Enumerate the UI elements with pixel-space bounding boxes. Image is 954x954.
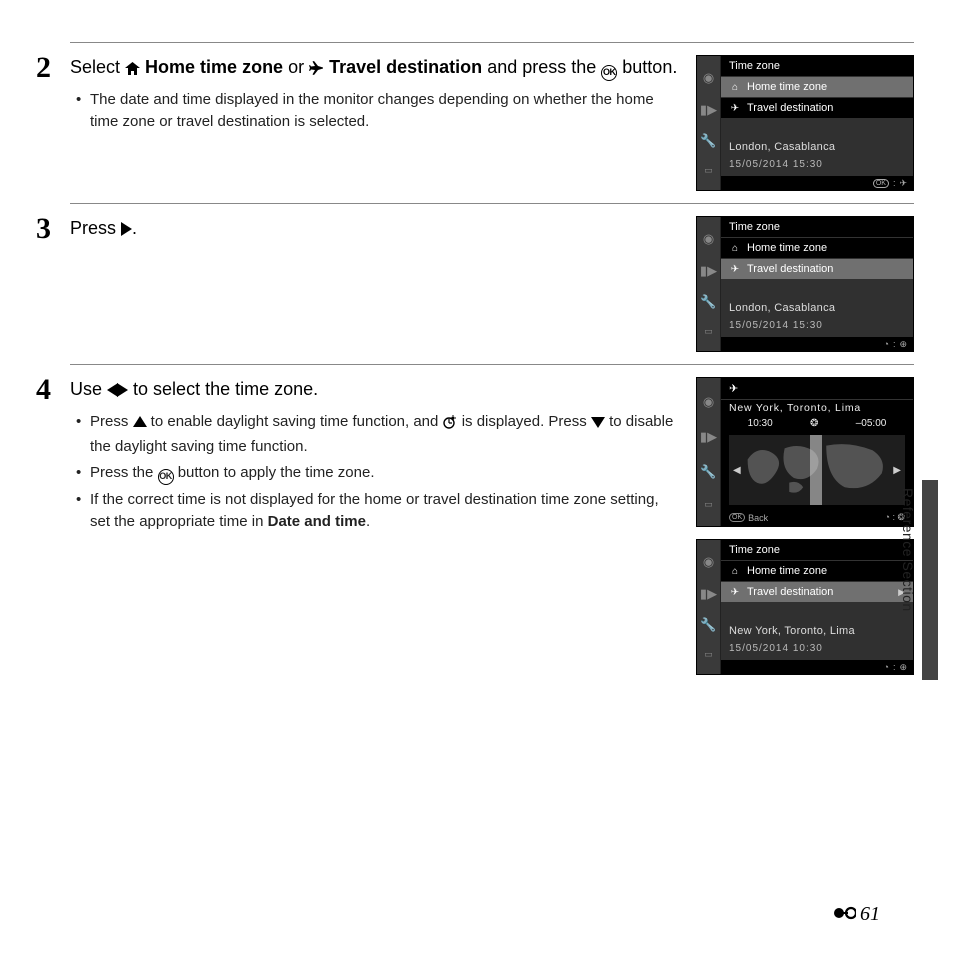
lcd-screen-map: ◉ ▮▶ 🔧 ▭ ✈ New York, Toronto, Lima 10:30… — [696, 377, 914, 527]
lcd-travel-item: ✈ Travel destination ▶ — [721, 582, 913, 603]
step4-heading: Use to select the time zone. — [70, 377, 680, 403]
lcd-travel-item: ✈ Travel destination — [721, 259, 913, 280]
lcd-title: Time zone — [721, 56, 913, 77]
plane-icon: ✈ — [729, 102, 741, 114]
globe-icon: ⊕ — [899, 662, 907, 673]
setup-mode-icon: 🔧 — [700, 464, 716, 480]
lcd-map-location: New York, Toronto, Lima — [721, 400, 913, 416]
step4-bullet3: If the correct time is not displayed for… — [90, 489, 680, 533]
setup-mode-icon: 🔧 — [700, 133, 716, 149]
lcd-screen-step2: ◉ ▮▶ 🔧 ▭ Time zone ⌂ Home time zone ✈ Tr… — [696, 55, 914, 191]
step4-bullet1: Press to enable daylight saving time fun… — [90, 411, 680, 458]
section-tab — [922, 480, 938, 680]
lcd-title: Time zone — [721, 217, 913, 238]
step-number: 3 — [36, 212, 51, 246]
plane-icon: ✈ — [729, 382, 738, 395]
lcd-datetime: 15/05/2014 15:30 — [721, 157, 913, 176]
left-right-arrow-icon — [107, 379, 128, 403]
movie-mode-icon: ▮▶ — [700, 429, 717, 445]
lcd-home-item: ⌂ Home time zone — [721, 77, 913, 98]
lcd-datetime: 15/05/2014 15:30 — [721, 318, 913, 337]
ok-button-icon — [158, 469, 174, 485]
movie-mode-icon: ▮▶ — [700, 102, 717, 118]
section-label: Reference Section — [900, 488, 916, 612]
home-icon — [125, 57, 140, 81]
battery-icon: ▭ — [704, 165, 713, 176]
lcd-location: London, Casablanca — [721, 137, 913, 157]
page-footer: 61 — [834, 903, 880, 926]
battery-icon: ▭ — [704, 649, 713, 660]
lcd-screen-step4b: ◉ ▮▶ 🔧 ▭ Time zone ⌂ Home time zone ✈ Tr… — [696, 539, 914, 675]
step4-bullet2: Press the button to apply the time zone. — [90, 462, 680, 485]
lcd-map-offset: –05:00 — [856, 418, 887, 429]
up-arrow-icon — [133, 416, 147, 427]
setup-mode-icon: 🔧 — [700, 617, 716, 633]
plane-icon: ✈ — [729, 263, 741, 275]
lcd-datetime: 15/05/2014 10:30 — [721, 641, 913, 660]
home-icon: ⌂ — [729, 242, 741, 254]
foot-colon: : — [893, 178, 896, 188]
clock-icon: ◔ — [884, 662, 889, 672]
camera-mode-icon: ◉ — [703, 70, 714, 86]
step-number: 4 — [36, 373, 51, 407]
lcd-location: New York, Toronto, Lima — [721, 621, 913, 641]
battery-icon: ▭ — [704, 499, 713, 510]
clock-icon: ◔ — [885, 512, 890, 522]
timezone-bar — [810, 435, 822, 505]
home-icon: ⌂ — [729, 565, 741, 577]
back-indicator: OK Back — [729, 512, 768, 523]
left-arrow-icon: ◀ — [733, 465, 741, 476]
ok-button-icon — [601, 65, 617, 81]
battery-icon: ▭ — [704, 326, 713, 337]
plane-icon: ✈ — [899, 178, 907, 189]
lcd-title: Time zone — [721, 540, 913, 561]
lcd-home-item: ⌂ Home time zone — [721, 561, 913, 582]
camera-mode-icon: ◉ — [703, 554, 714, 570]
plane-icon: ✈ — [729, 586, 741, 598]
reference-section-icon — [834, 904, 856, 925]
step2-heading: Select Home time zone or Travel destinat… — [70, 55, 680, 81]
movie-mode-icon: ▮▶ — [700, 586, 717, 602]
camera-mode-icon: ◉ — [703, 394, 714, 410]
movie-mode-icon: ▮▶ — [700, 263, 717, 279]
step2-bullet: The date and time displayed in the monit… — [90, 89, 680, 133]
dst-icon — [443, 414, 458, 436]
dst-icon: ❂ — [810, 418, 818, 429]
lcd-map-time: 10:30 — [748, 418, 773, 429]
right-arrow-icon: ▶ — [893, 465, 901, 476]
home-icon: ⌂ — [729, 81, 741, 93]
lcd-travel-item: ✈ Travel destination — [721, 98, 913, 119]
page-number: 61 — [860, 903, 880, 926]
ok-indicator: OK — [873, 179, 889, 188]
step-number: 2 — [36, 51, 51, 85]
globe-icon: ⊕ — [899, 339, 907, 350]
down-arrow-icon — [591, 417, 605, 428]
foot-colon: : — [893, 662, 896, 672]
step3-heading: Press . — [70, 216, 680, 240]
lcd-location: London, Casablanca — [721, 298, 913, 318]
plane-icon — [309, 57, 324, 81]
setup-mode-icon: 🔧 — [700, 294, 716, 310]
foot-colon: : — [893, 339, 896, 349]
lcd-screen-step3: ◉ ▮▶ 🔧 ▭ Time zone ⌂ Home time zone ✈ Tr… — [696, 216, 914, 352]
camera-mode-icon: ◉ — [703, 231, 714, 247]
right-arrow-icon — [121, 222, 132, 236]
clock-icon: ◔ — [884, 339, 889, 349]
lcd-home-item: ⌂ Home time zone — [721, 238, 913, 259]
